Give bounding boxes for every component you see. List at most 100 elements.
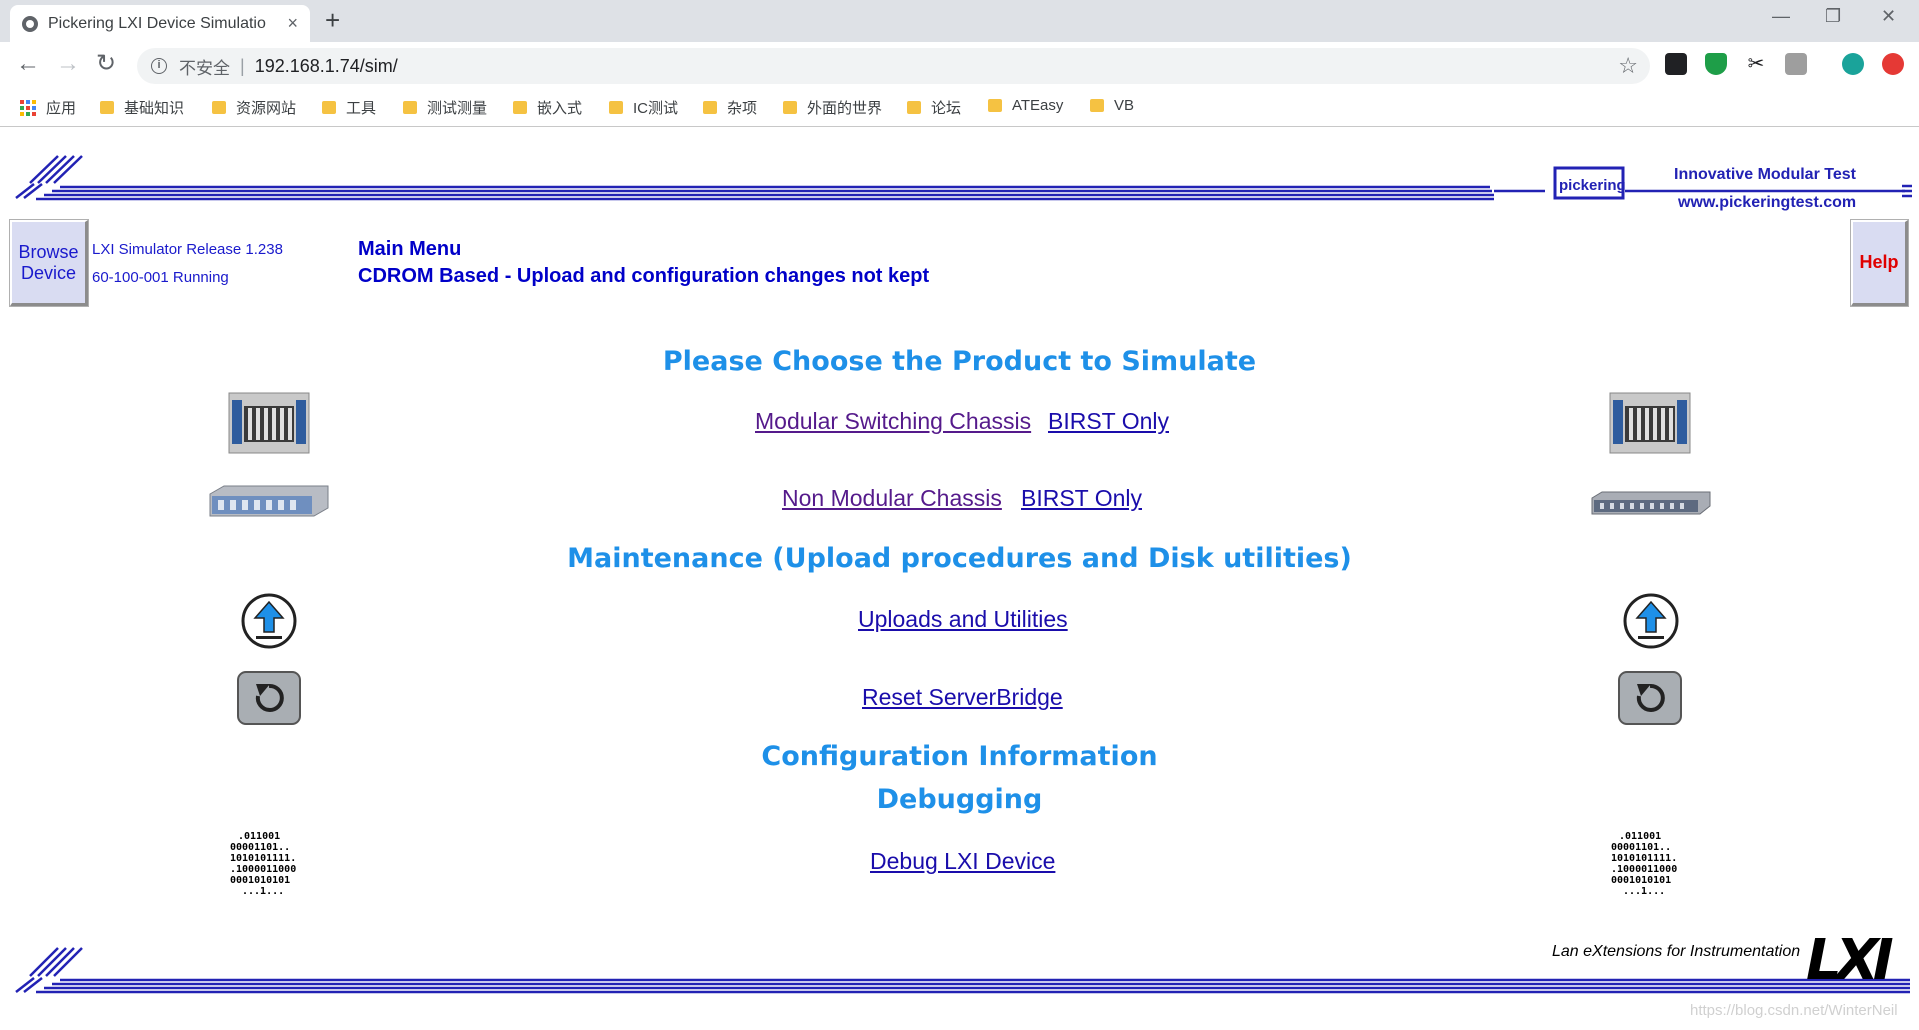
binary-line: 00001101.. — [230, 842, 291, 853]
reload-icon[interactable]: ↻ — [96, 52, 116, 76]
browser-toolbar: ← → ↻ i 不安全 | 192.168.1.74/sim/ ☆ ✂ — [0, 42, 1919, 89]
binary-line: 0001010101 — [1611, 875, 1672, 886]
profile-avatar[interactable] — [1842, 53, 1864, 75]
folder-icon — [609, 101, 623, 114]
lxi-logo: LXI — [1806, 928, 1894, 993]
info-icon[interactable]: i — [151, 58, 167, 74]
birst-only-link-2[interactable]: BIRST Only — [1021, 485, 1142, 512]
non-modular-chassis-image — [209, 485, 329, 517]
modular-chassis-image — [228, 392, 310, 454]
tab-strip: Pickering LXI Device Simulatio × + — ❐ ✕ — [0, 0, 1919, 42]
bookmark-folder[interactable]: ATEasy — [988, 97, 1063, 114]
restore-icon[interactable]: ❐ — [1825, 6, 1841, 27]
bookmark-label: ATEasy — [1012, 97, 1064, 114]
page-content: pickering Innovative Modular Test www.pi… — [0, 128, 1919, 1030]
folder-icon — [100, 101, 114, 114]
website: www.pickeringtest.com — [1678, 194, 1857, 211]
folder-icon — [212, 101, 226, 114]
browse-device-label: Browse Device — [18, 242, 78, 284]
bookmark-folder[interactable]: 杂项 — [703, 97, 757, 118]
binary-line: 00001101.. — [1611, 842, 1672, 853]
bookmark-folder[interactable]: 外面的世界 — [783, 97, 882, 118]
reset-icon-right — [1618, 671, 1682, 725]
non-modular-chassis-link[interactable]: Non Modular Chassis — [782, 485, 1002, 512]
choose-product-heading: Please Choose the Product to Simulate — [662, 346, 1257, 377]
binary-line: .011001 — [238, 831, 281, 842]
new-tab-button[interactable]: + — [325, 6, 340, 34]
back-icon[interactable]: ← — [16, 52, 40, 76]
binary-line: .011001 — [1619, 831, 1662, 842]
birst-only-link-1[interactable]: BIRST Only — [1048, 408, 1169, 435]
browse-line-1: Browse — [18, 241, 79, 262]
binary-line: .1000011000 — [1611, 864, 1678, 875]
folder-icon — [513, 101, 527, 114]
upload-extension-icon[interactable] — [1882, 53, 1904, 75]
globe-icon — [22, 15, 38, 32]
bookmark-label: IC测试 — [633, 100, 679, 117]
bookmark-label: VB — [1114, 97, 1135, 114]
binary-data-icon: .011001 00001101.. 1010101111. .10000110… — [230, 831, 308, 897]
download-extension-icon[interactable] — [1785, 53, 1807, 75]
bookmark-label: 基础知识 — [124, 100, 185, 117]
tagline: Innovative Modular Test — [1674, 166, 1856, 183]
address-bar[interactable]: i 不安全 | 192.168.1.74/sim/ ☆ — [137, 48, 1650, 84]
bookmark-label: 资源网站 — [236, 100, 297, 117]
cdrom-note: CDROM Based - Upload and configuration c… — [358, 265, 930, 287]
bookmark-label: 测试测量 — [427, 100, 488, 117]
folder-icon — [703, 101, 717, 114]
bookmark-label: 外面的世界 — [807, 100, 883, 117]
folder-icon — [783, 101, 797, 114]
debug-lxi-device-link[interactable]: Debug LXI Device — [870, 848, 1055, 875]
upload-icon — [241, 593, 297, 649]
binary-line: ...1... — [1623, 886, 1666, 897]
url-text[interactable]: 192.168.1.74/sim/ — [255, 56, 398, 77]
bookmark-folder[interactable]: 资源网站 — [212, 97, 296, 118]
status-label: 60-100-001 Running — [92, 269, 229, 286]
bookmark-label: 杂项 — [727, 100, 758, 117]
upload-icon-right — [1623, 593, 1679, 649]
folder-icon — [322, 101, 336, 114]
help-button[interactable]: Help — [1851, 220, 1908, 306]
bookmarks-bar: 应用 基础知识 资源网站 工具 测试测量 嵌入式 IC测试 杂项 外面的世界 论… — [0, 89, 1919, 127]
binary-line: 0001010101 — [230, 875, 291, 886]
bookmark-folder[interactable]: 基础知识 — [100, 97, 184, 118]
configuration-heading: Configuration Information — [761, 741, 1158, 772]
extension-icon-1[interactable] — [1665, 53, 1687, 75]
modular-chassis-image-right — [1609, 392, 1691, 454]
bookmark-apps[interactable]: 应用 — [20, 97, 76, 118]
bookmark-folder[interactable]: IC测试 — [609, 97, 678, 118]
folder-icon — [907, 101, 921, 114]
uploads-and-utilities-link[interactable]: Uploads and Utilities — [858, 606, 1068, 633]
watermark: https://blog.csdn.net/WinterNeil — [1690, 1002, 1898, 1019]
bookmark-folder[interactable]: 工具 — [322, 97, 376, 118]
bookmark-label: 论坛 — [931, 100, 962, 117]
security-label: 不安全 — [179, 58, 230, 78]
bookmark-star-icon[interactable]: ☆ — [1618, 53, 1638, 79]
binary-line: 1010101111. — [1611, 853, 1678, 864]
minimize-icon[interactable]: — — [1772, 6, 1790, 27]
binary-line: .1000011000 — [230, 864, 297, 875]
bookmark-folder[interactable]: 测试测量 — [403, 97, 487, 118]
bookmark-folder[interactable]: 嵌入式 — [513, 97, 582, 118]
header-stripes — [15, 155, 1912, 201]
browse-line-2: Device — [20, 262, 77, 283]
reset-serverbridge-link[interactable]: Reset ServerBridge — [862, 684, 1063, 711]
address-separator: | — [240, 55, 245, 76]
non-modular-chassis-image-right — [1591, 491, 1711, 515]
scissors-icon[interactable]: ✂ — [1745, 53, 1767, 75]
bookmark-folder[interactable]: VB — [1090, 97, 1134, 114]
window-close-icon[interactable]: ✕ — [1881, 6, 1896, 27]
close-tab-icon[interactable]: × — [287, 13, 298, 34]
shield-extension-icon[interactable] — [1705, 53, 1727, 75]
folder-icon — [403, 101, 417, 114]
browser-tab[interactable]: Pickering LXI Device Simulatio × — [10, 5, 310, 42]
forward-icon[interactable]: → — [56, 52, 80, 76]
binary-line: ...1... — [242, 886, 285, 897]
reset-icon — [237, 671, 301, 725]
browse-device-button[interactable]: Browse Device — [10, 220, 88, 306]
binary-line: 1010101111. — [230, 853, 297, 864]
bookmark-folder[interactable]: 论坛 — [907, 97, 961, 118]
release-label: LXI Simulator Release 1.238 — [92, 241, 283, 258]
pickering-logo: pickering — [1559, 177, 1626, 194]
modular-switching-chassis-link[interactable]: Modular Switching Chassis — [755, 408, 1031, 435]
